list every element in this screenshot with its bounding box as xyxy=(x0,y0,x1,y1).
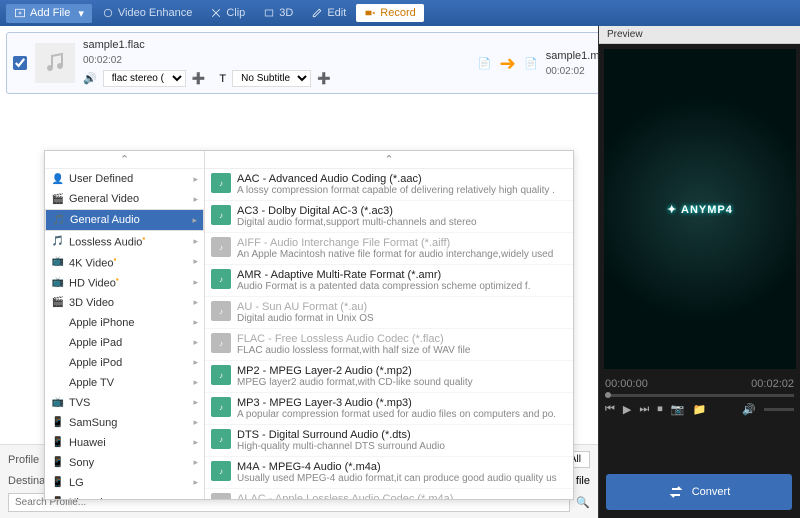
main-toolbar: Add File▾ Video Enhance Clip 3D Edit Rec… xyxy=(0,0,800,26)
snapshot-button[interactable]: 📷 xyxy=(671,403,685,416)
category-list[interactable]: ⌃ 👤User Defined▸🎬General Video▸🎵General … xyxy=(45,151,205,499)
category-item[interactable]: 📱SamSung▸ xyxy=(45,413,204,433)
category-item[interactable]: Apple iPhone▸ xyxy=(45,313,204,333)
scroll-up-button[interactable]: ⌃ xyxy=(45,151,204,169)
category-item[interactable]: 🎬3D Video▸ xyxy=(45,293,204,313)
subtitle-icon: T xyxy=(219,73,226,85)
format-item[interactable]: ♪AMR - Adaptive Multi-Rate Format (*.amr… xyxy=(205,265,573,297)
scroll-up-button[interactable]: ⌃ xyxy=(205,151,573,169)
3d-button[interactable]: 3D xyxy=(255,4,301,22)
preview-seek-slider[interactable] xyxy=(605,394,794,397)
format-item[interactable]: ♪AU - Sun AU Format (*.au)Digital audio … xyxy=(205,297,573,329)
format-item[interactable]: ♪FLAC - Free Lossless Audio Codec (*.fla… xyxy=(205,329,573,361)
add-file-button[interactable]: Add File▾ xyxy=(6,4,92,23)
category-item[interactable]: 📺TVS▸ xyxy=(45,393,204,413)
next-button[interactable]: ⏭ xyxy=(639,403,649,416)
subtitle-select[interactable]: No Subtitle xyxy=(232,70,311,87)
category-item[interactable]: 🎬General Video▸ xyxy=(45,189,204,209)
search-icon[interactable]: 🔍 xyxy=(576,496,590,509)
preview-video[interactable]: ✦ ANYMP4 xyxy=(604,49,796,369)
format-list[interactable]: ⌃ ♪AAC - Advanced Audio Coding (*.aac)A … xyxy=(205,151,573,499)
format-item[interactable]: ♪AC3 - Dolby Digital AC-3 (*.ac3)Digital… xyxy=(205,201,573,233)
source-format-icon: 📄 xyxy=(478,57,492,70)
category-item[interactable]: Apple iPod▸ xyxy=(45,353,204,373)
category-item[interactable]: 📱Sony▸ xyxy=(45,453,204,473)
category-item[interactable]: 📺4K Video▪▸ xyxy=(45,252,204,273)
add-audio-icon[interactable]: ➕ xyxy=(192,72,206,85)
format-item[interactable]: ♪MP3 - MPEG Layer-3 Audio (*.mp3)A popul… xyxy=(205,393,573,425)
format-item[interactable]: ♪AAC - Advanced Audio Coding (*.aac)A lo… xyxy=(205,169,573,201)
format-item[interactable]: ♪AIFF - Audio Interchange File Format (*… xyxy=(205,233,573,265)
category-item[interactable]: 👤User Defined▸ xyxy=(45,169,204,189)
format-item[interactable]: ♪ALAC - Apple Lossless Audio Codec (*.m4… xyxy=(205,489,573,499)
file-checkbox[interactable] xyxy=(13,56,27,70)
format-item[interactable]: ♪M4A - MPEG-4 Audio (*.m4a)Usually used … xyxy=(205,457,573,489)
category-item[interactable]: Apple TV▸ xyxy=(45,373,204,393)
volume-icon[interactable]: 🔊 xyxy=(742,403,756,416)
prev-button[interactable]: ⏮ xyxy=(605,403,615,416)
format-dropdown: ⌃ 👤User Defined▸🎬General Video▸🎵General … xyxy=(44,150,574,500)
category-item[interactable]: 🎵Lossless Audio▪▸ xyxy=(45,231,204,252)
edit-button[interactable]: Edit xyxy=(303,4,354,22)
audio-track-select[interactable]: flac stereo ( xyxy=(103,70,186,87)
stop-button[interactable]: ⏹ xyxy=(657,403,663,416)
audio-thumbnail xyxy=(35,43,75,83)
audio-icon: 🔊 xyxy=(83,72,97,85)
preview-time-total: 00:02:02 xyxy=(751,378,794,390)
category-item[interactable]: 🎵General Audio▸ xyxy=(45,209,204,231)
volume-slider[interactable] xyxy=(764,408,794,411)
category-item[interactable]: 📺HD Video▪▸ xyxy=(45,272,204,293)
category-item[interactable]: 📱Huawei▸ xyxy=(45,433,204,453)
folder-button[interactable]: 📁 xyxy=(692,403,706,416)
format-item[interactable]: ♪MP2 - MPEG Layer-2 Audio (*.mp2)MPEG la… xyxy=(205,361,573,393)
add-subtitle-icon[interactable]: ➕ xyxy=(317,72,331,85)
preview-title: Preview xyxy=(599,26,800,44)
source-file-name: sample1.flac xyxy=(83,39,470,51)
convert-button[interactable]: Convert xyxy=(606,474,792,510)
format-item[interactable]: ♪DTS - Digital Surround Audio (*.dts)Hig… xyxy=(205,425,573,457)
source-duration: 00:02:02 xyxy=(83,55,470,66)
record-button[interactable]: Record xyxy=(356,4,423,22)
dest-format-icon: 📄 xyxy=(524,57,538,70)
category-item[interactable]: 📱Xiaomi▸ xyxy=(45,493,204,499)
preview-panel: Preview ✦ ANYMP4 00:00:0000:02:02 ⏮ ▶ ⏭ … xyxy=(598,26,800,518)
preview-time-current: 00:00:00 xyxy=(605,378,648,390)
clip-button[interactable]: Clip xyxy=(202,4,253,22)
preview-logo: ✦ ANYMP4 xyxy=(667,203,733,216)
video-enhance-button[interactable]: Video Enhance xyxy=(94,4,200,22)
category-item[interactable]: Apple iPad▸ xyxy=(45,333,204,353)
arrow-icon: ➜ xyxy=(499,51,516,76)
category-item[interactable]: 📱LG▸ xyxy=(45,473,204,493)
play-button[interactable]: ▶ xyxy=(623,403,631,416)
